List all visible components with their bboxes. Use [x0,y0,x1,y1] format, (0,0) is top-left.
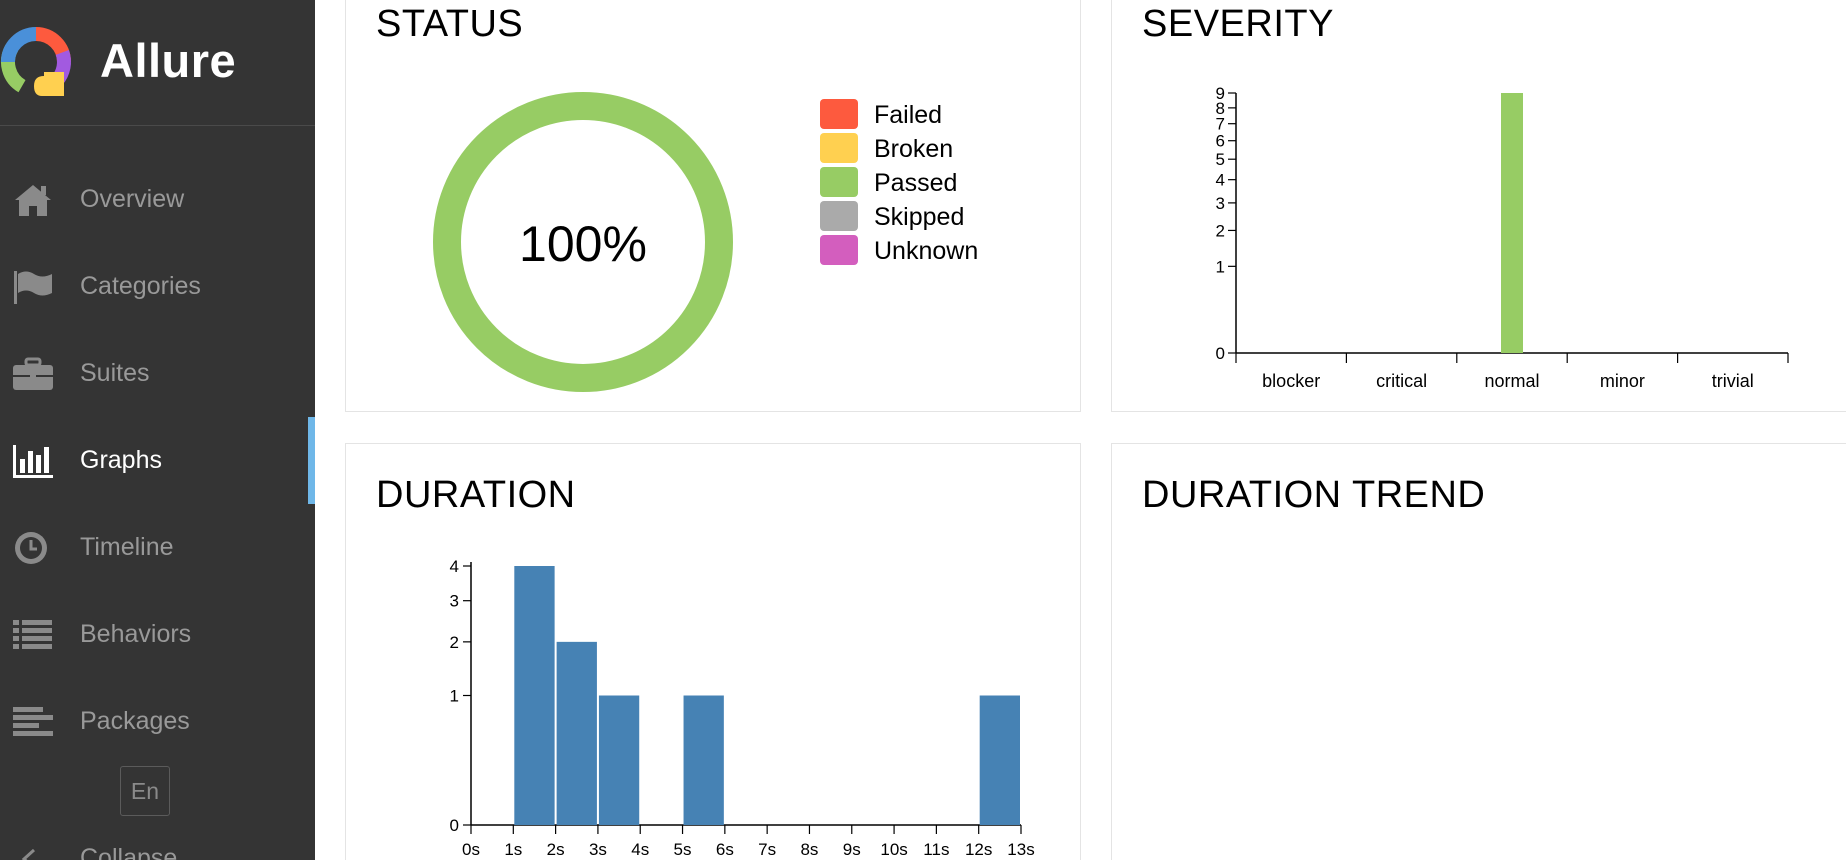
nav-item-graphs[interactable]: Graphs [0,417,315,504]
legend-swatch-skipped [820,201,858,231]
legend-swatch-passed [820,167,858,197]
collapse-label: Collapse [80,844,178,860]
status-widget: STATUS 100% Failed Broken Passed Skipped Unk… [345,0,1081,412]
severity-x-label-normal: normal [1484,371,1539,391]
duration-y-tick-label: 2 [450,633,459,652]
severity-y-tick-label: 9 [1216,84,1225,103]
language-button[interactable]: En [120,766,170,816]
allure-logo-icon [1,27,71,97]
duration-widget: DURATION 0 1 2 3 4 0s 1s 2s 3s 4s 5s 6s 7s 8s 9s 10s 11s… [345,443,1081,860]
duration-x-tick-label: 4s [631,840,649,859]
legend-label-failed: Failed [874,101,942,129]
duration-x-tick-label: 0s [462,840,480,859]
duration-x-tick-label: 5s [674,840,692,859]
severity-bar-normal[interactable] [1501,93,1523,353]
duration-y-tick-label: 3 [450,592,459,611]
nav-item-packages[interactable]: Packages [0,678,315,765]
severity-x-label-critical: critical [1376,371,1427,391]
duration-x-tick-label: 10s [880,840,907,859]
nav-label-packages: Packages [80,707,190,735]
duration-trend-title: DURATION TREND [1142,474,1486,516]
severity-x-label-blocker: blocker [1262,371,1320,391]
duration-x-tick-label: 1s [504,840,522,859]
duration-x-tick-label: 8s [800,840,818,859]
nav-label-behaviors: Behaviors [80,620,192,648]
duration-x-tick-label: 9s [843,840,861,859]
list-icon [13,620,52,649]
legend-label-skipped: Skipped [874,203,964,231]
severity-chart: 0123456789blocker critical normal minor triv… [1216,84,1789,391]
duration-x-tick-label: 12s [965,840,992,859]
legend-label-unknown: Unknown [874,237,978,265]
legend-swatch-unknown [820,235,858,265]
clock-icon [15,532,47,564]
severity-y-tick-label: 0 [1216,344,1225,363]
severity-y-tick-label: 6 [1216,132,1225,151]
bar-chart-icon [13,445,53,478]
nav-label-suites: Suites [80,359,150,387]
legend-swatch-failed [820,99,858,129]
duration-bar[interactable] [979,695,1020,826]
sidebar: Allure Overview Categories Suites Graphs… [0,0,315,860]
severity-x-label-minor: minor [1600,371,1645,391]
status-percent-label: 100% [519,216,647,272]
severity-y-tick-label: 4 [1216,171,1225,190]
duration-y-tick-label: 0 [450,816,459,835]
briefcase-icon [13,357,53,390]
duration-x-tick-label: 3s [589,840,607,859]
severity-x-label-trivial: trivial [1712,371,1754,391]
duration-bar[interactable] [683,695,724,826]
legend-label-passed: Passed [874,169,957,197]
chevron-left-icon [21,848,36,860]
duration-x-tick-label: 13s [1007,840,1034,859]
legend-label-broken: Broken [874,135,953,163]
duration-chart: 0 1 2 3 4 0s 1s 2s 3s 4s 5s 6s 7s 8s 9s 10s 11s 12s 13s [450,557,1035,859]
brand-name: Allure [100,34,237,87]
brand[interactable]: Allure [0,0,315,126]
align-left-icon [13,707,53,736]
nav-label-graphs: Graphs [80,446,162,474]
flag-icon [14,271,52,304]
duration-x-tick-label: 6s [716,840,734,859]
active-indicator [308,417,315,504]
legend-swatch-broken [820,133,858,163]
nav-label-timeline: Timeline [80,533,174,561]
nav-item-suites[interactable]: Suites [0,330,315,417]
duration-bar[interactable] [514,566,555,825]
nav-item-categories[interactable]: Categories [0,243,315,330]
duration-bar[interactable] [598,695,640,826]
nav-item-behaviors[interactable]: Behaviors [0,591,315,678]
duration-x-tick-label: 2s [547,840,565,859]
duration-x-tick-label: 7s [758,840,776,859]
nav-label-overview: Overview [80,185,185,213]
nav-item-overview[interactable]: Overview [0,156,315,243]
severity-y-tick-label: 2 [1216,221,1225,240]
home-icon [15,185,51,216]
collapse-button[interactable]: Collapse [0,836,315,860]
duration-bar[interactable] [556,641,597,825]
duration-y-tick-label: 4 [450,557,459,576]
severity-y-tick-label: 1 [1216,257,1225,276]
duration-y-tick-label: 1 [450,687,459,706]
severity-y-tick-label: 5 [1216,150,1225,169]
status-legend: Failed Broken Passed Skipped Unknown [820,99,978,265]
severity-y-tick-label: 3 [1216,194,1225,213]
severity-widget: SEVERITY 0 1 2 3 4 5 6 7 8 9 blocker critical normal… [1111,0,1846,412]
nav-label-categories: Categories [80,272,201,300]
nav-item-timeline[interactable]: Timeline [0,504,315,591]
status-chart: 100% Failed Broken Passed Skipped Unknown [433,92,978,392]
duration-trend-widget: DURATION TREND [1111,443,1846,860]
duration-x-tick-label: 11s [923,840,949,859]
